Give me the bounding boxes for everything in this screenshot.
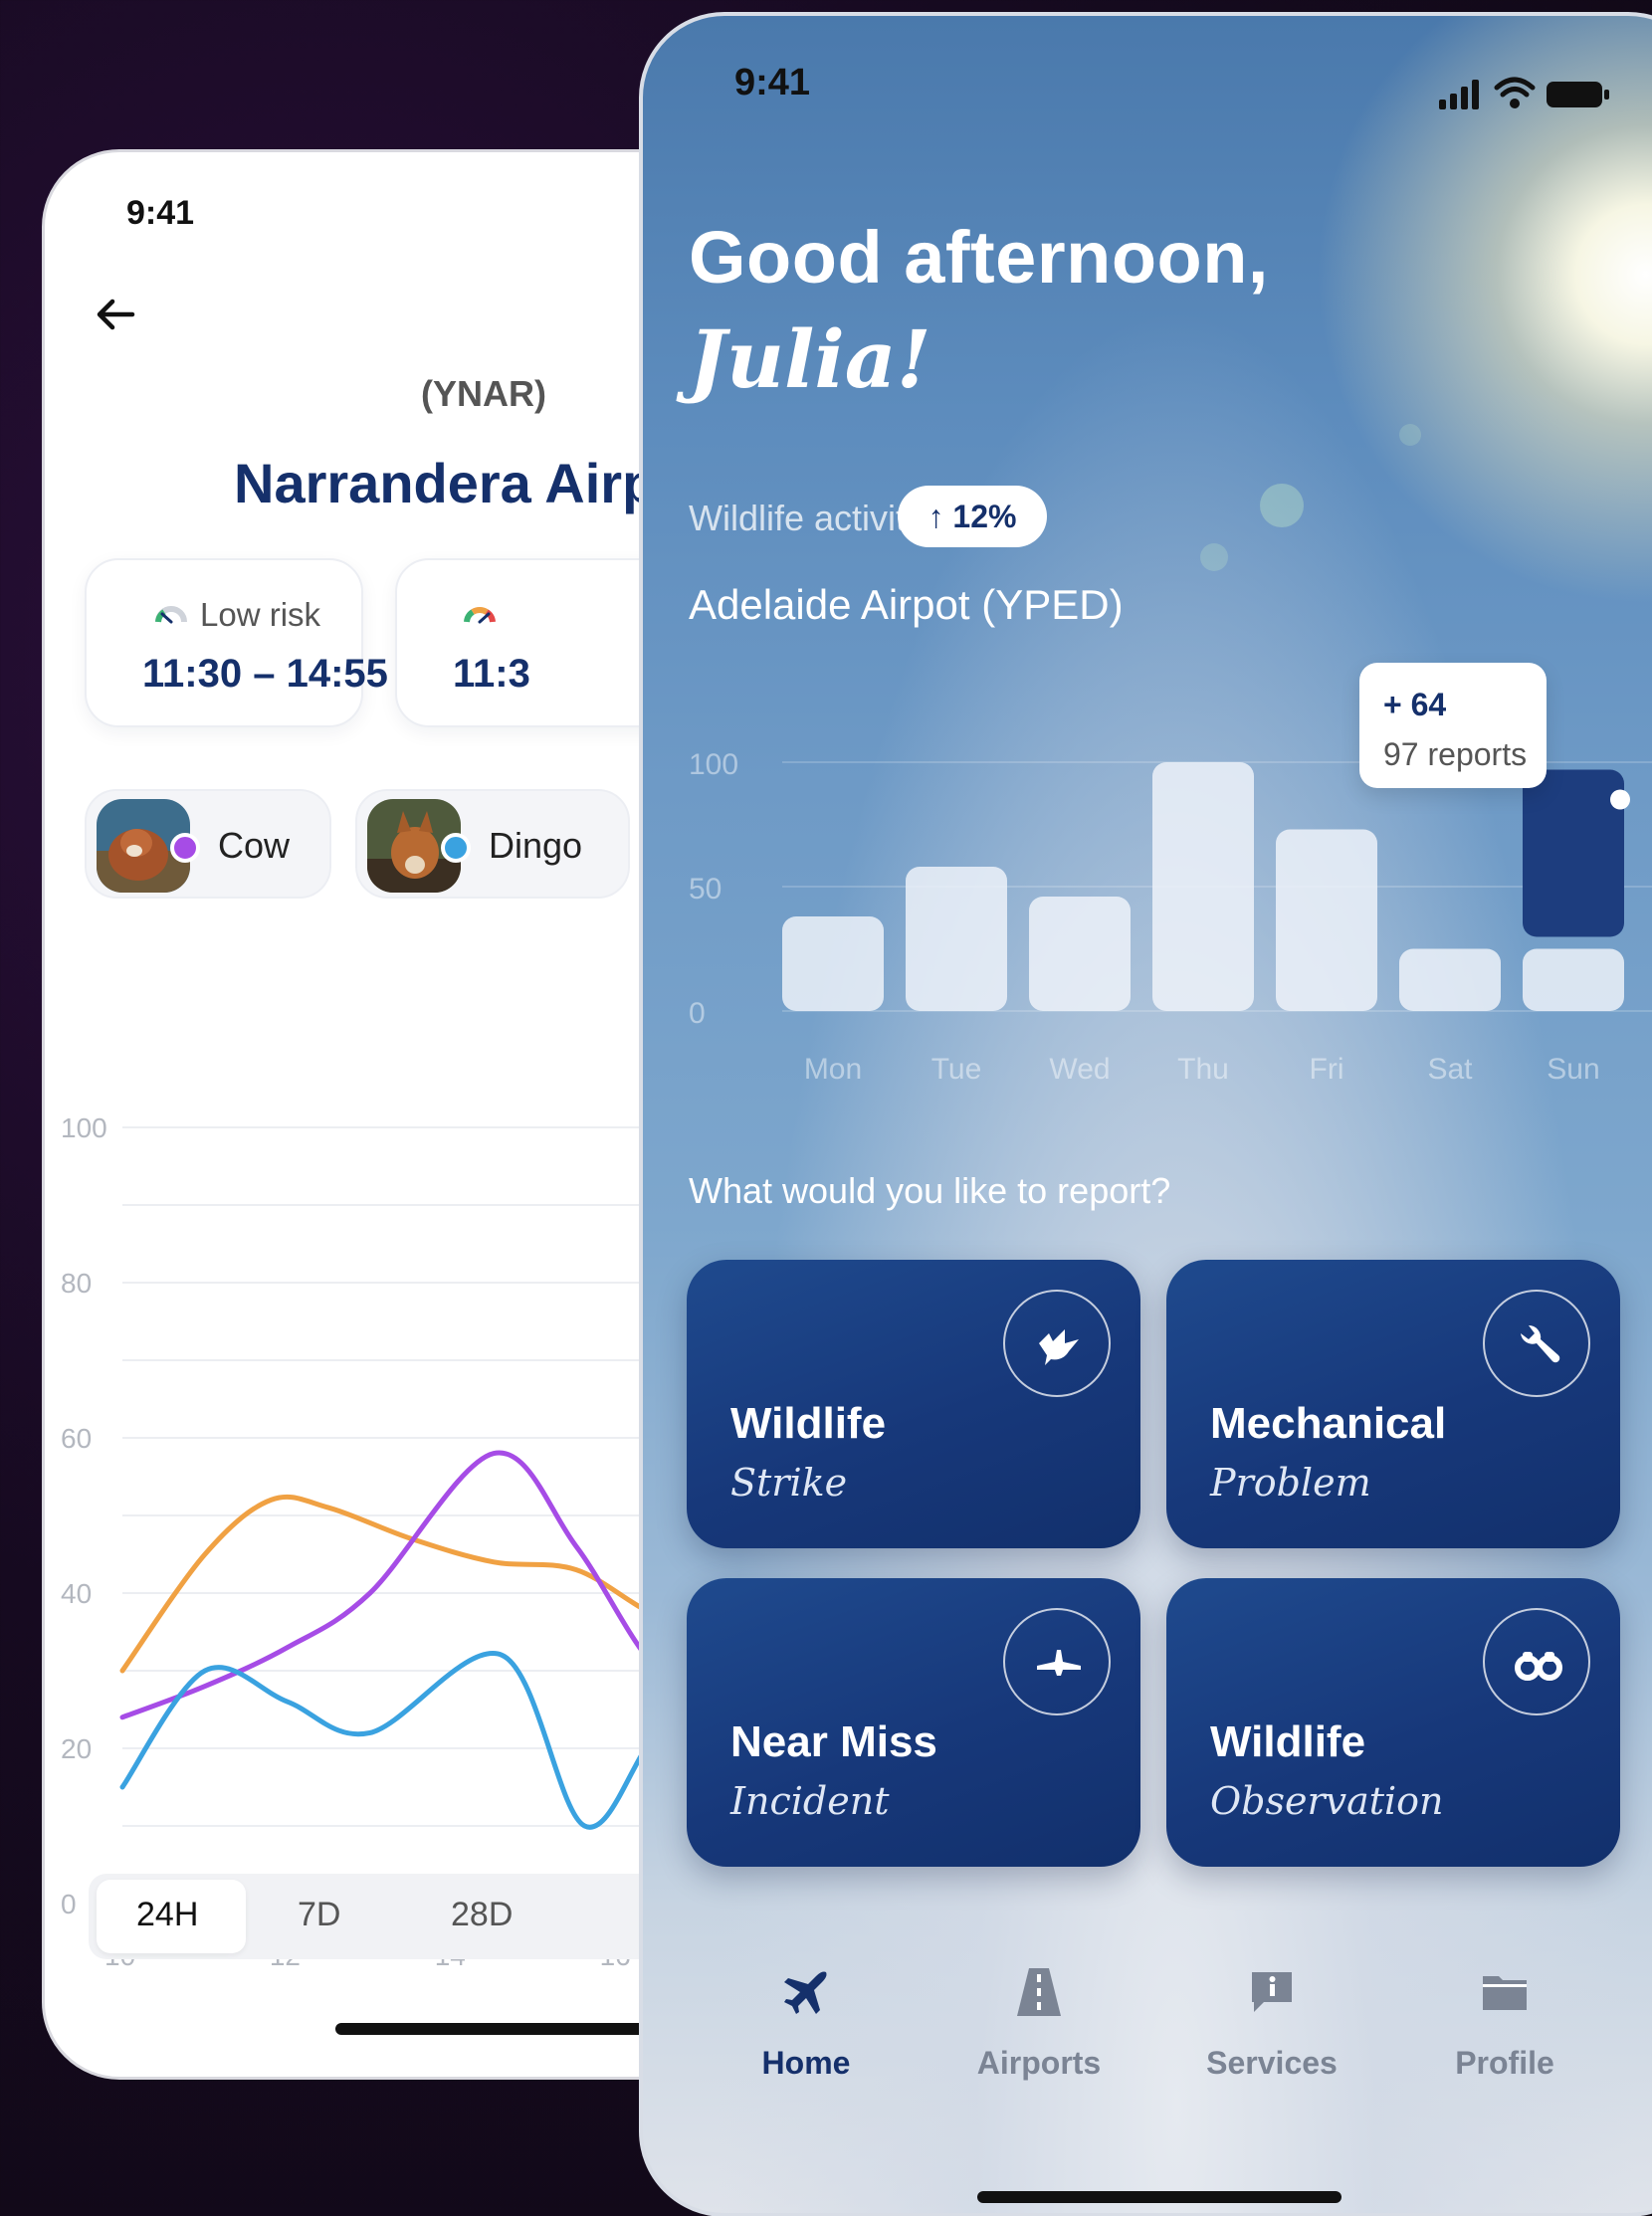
y-tick-label: 100	[61, 1112, 107, 1143]
x-tick-label: Tue	[931, 1053, 982, 1086]
report-question: What would you like to report?	[689, 1170, 1171, 1211]
risk-range: 11:3	[453, 652, 530, 696]
tooltip-delta: + 64	[1383, 687, 1447, 722]
card-subtitle: Incident	[730, 1779, 890, 1823]
bar-sat[interactable]	[1399, 948, 1501, 1012]
airport-selector[interactable]: Adelaide Airpot (YPED)	[689, 581, 1124, 629]
x-tick-label: Fri	[1310, 1053, 1344, 1086]
battery-icon	[1547, 82, 1609, 107]
low-risk-gauge-icon	[155, 606, 187, 624]
bar-highlight-sun[interactable]	[1523, 769, 1624, 937]
risk-label: Low risk	[200, 596, 321, 633]
card-subtitle: Observation	[1210, 1779, 1444, 1823]
activity-label: Wildlife activity	[689, 498, 925, 538]
high-risk-gauge-icon	[464, 607, 496, 624]
x-tick-label: Thu	[1177, 1053, 1229, 1086]
folder-icon	[1483, 1976, 1527, 2010]
activity-line-chart: 10080604020010121416	[61, 1112, 735, 1971]
card-subtitle: Problem	[1210, 1461, 1371, 1505]
airport-detail-screen: 9:41 (YNAR) Narrandera Airport Low risk …	[42, 149, 738, 2080]
bar-sun[interactable]	[1523, 948, 1624, 1012]
report-wildlife-strike-card[interactable]: Wildlife Strike	[687, 1260, 1140, 1548]
x-tick-label: Wed	[1049, 1053, 1110, 1086]
nav-home[interactable]: Home	[707, 1966, 906, 2082]
card-title: Near Miss	[730, 1717, 937, 1766]
lens-flare	[1200, 543, 1228, 571]
animal-chip-cow[interactable]: Cow	[85, 789, 331, 899]
bar-highlight-dot	[1610, 789, 1630, 810]
bar-wed[interactable]	[1029, 897, 1131, 1011]
lens-flare	[1399, 424, 1421, 446]
nav-profile[interactable]: Profile	[1405, 1966, 1604, 2082]
nav-airports[interactable]: Airports	[939, 1966, 1138, 2082]
info-chat-icon	[1252, 1972, 1292, 2012]
bar-tue[interactable]	[906, 867, 1007, 1011]
animal-name: Dingo	[489, 825, 583, 866]
runway-icon	[1017, 1968, 1061, 2016]
greeting: Good afternoon,	[689, 216, 1269, 299]
wrench-icon-ring	[1483, 1290, 1590, 1397]
nav-label: Services	[1206, 2045, 1338, 2081]
period-selector: 24H 7D 28D 9	[89, 1874, 725, 1959]
cow-color-dot	[170, 833, 200, 863]
user-name: Julia!	[689, 312, 931, 406]
animal-chip-dingo[interactable]: Dingo	[355, 789, 630, 899]
y-tick-label: 50	[689, 873, 722, 906]
report-mechanical-problem-card[interactable]: Mechanical Problem	[1166, 1260, 1620, 1548]
bar-fri[interactable]	[1276, 829, 1377, 1012]
y-tick-label: 20	[61, 1733, 92, 1764]
home-indicator	[977, 2191, 1342, 2203]
period-24h[interactable]: 24H	[136, 1896, 198, 1934]
status-time: 9:41	[734, 62, 811, 103]
lens-flare	[1260, 484, 1304, 527]
dingo-color-dot	[441, 833, 471, 863]
bar-thu[interactable]	[1152, 762, 1254, 1011]
nav-label: Home	[761, 2045, 851, 2081]
airplane-icon	[1037, 1650, 1081, 1676]
nav-services[interactable]: Services	[1172, 1966, 1371, 2082]
x-tick-label: Sat	[1427, 1053, 1473, 1086]
tooltip-reports: 97 reports	[1383, 736, 1528, 772]
activity-change-badge: ↑ 12%	[898, 486, 1047, 547]
airport-code: (YNAR)	[421, 373, 546, 414]
card-subtitle: Strike	[730, 1461, 848, 1505]
x-tick-label: Mon	[804, 1053, 862, 1086]
y-tick-label: 0	[689, 997, 706, 1030]
card-title: Wildlife	[1210, 1717, 1366, 1766]
wrench-icon	[1521, 1324, 1560, 1363]
arrow-left-icon[interactable]	[93, 292, 138, 337]
y-tick-label: 80	[61, 1268, 92, 1299]
risk-range: 11:30 – 14:55	[142, 652, 388, 696]
nav-label: Profile	[1455, 2045, 1554, 2081]
card-title: Mechanical	[1210, 1399, 1447, 1448]
bird-icon-ring	[1003, 1290, 1111, 1397]
wifi-icon	[1494, 77, 1536, 108]
report-near-miss-card[interactable]: Near Miss Incident	[687, 1578, 1140, 1867]
status-time: 9:41	[126, 194, 195, 232]
card-title: Wildlife	[730, 1399, 887, 1448]
x-tick-label: Sun	[1547, 1053, 1599, 1086]
report-wildlife-observation-card[interactable]: Wildlife Observation	[1166, 1578, 1620, 1867]
binoculars-icon-ring	[1483, 1608, 1590, 1715]
y-tick-label: 0	[61, 1889, 77, 1919]
bar-mon[interactable]	[782, 916, 884, 1011]
home-screen: 9:41 Good afternoon, Julia! Wildlife act…	[639, 12, 1652, 2216]
signal-icon	[1439, 80, 1479, 109]
nav-label: Airports	[976, 2045, 1102, 2081]
y-tick-label: 60	[61, 1423, 92, 1454]
plane-icon	[784, 1971, 827, 2014]
period-28d[interactable]: 28D	[451, 1896, 513, 1934]
binoculars-icon	[1515, 1652, 1562, 1681]
bird-icon	[1039, 1329, 1079, 1365]
bar-tooltip: + 64 97 reports	[1359, 663, 1547, 788]
period-7d[interactable]: 7D	[298, 1896, 340, 1934]
animal-name: Cow	[218, 825, 291, 866]
risk-card-low[interactable]: Low risk 11:30 – 14:55	[85, 558, 388, 727]
y-tick-label: 40	[61, 1578, 92, 1609]
status-icons	[1439, 77, 1609, 109]
y-tick-label: 100	[689, 748, 738, 781]
airplane-icon-ring	[1003, 1608, 1111, 1715]
